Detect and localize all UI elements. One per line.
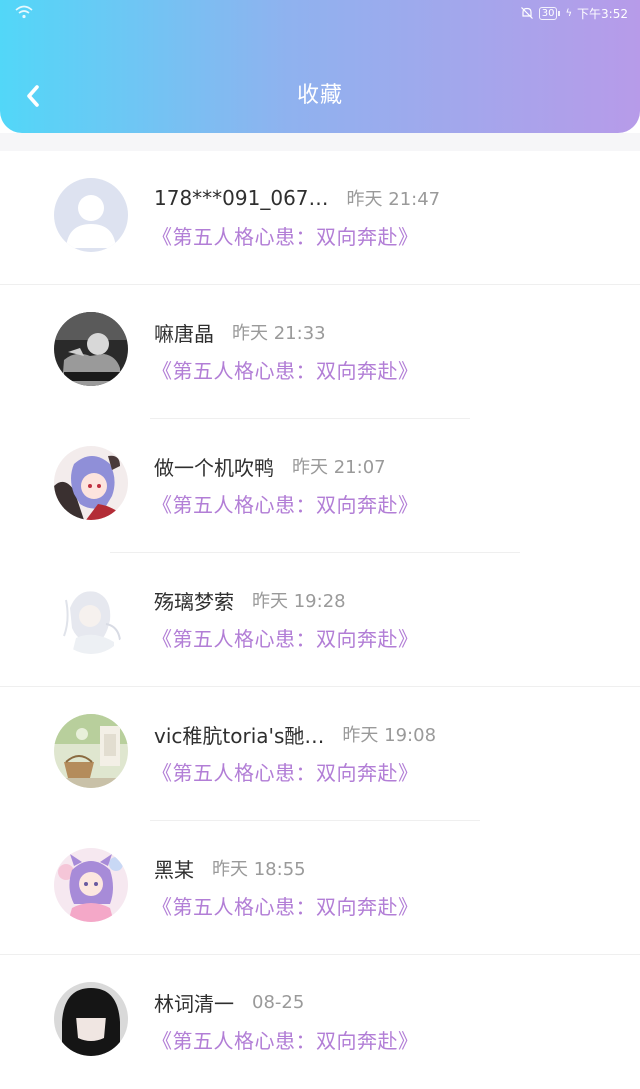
timestamp: 昨天 19:28 xyxy=(252,591,346,612)
timestamp: 08-25 xyxy=(252,991,305,1013)
battery-level: 30 xyxy=(538,6,558,20)
battery-icon: 30 xyxy=(538,6,561,20)
list-item[interactable]: 做一个机吹鸭 昨天 21:07 《第五人格心患：双向奔赴》 xyxy=(0,419,640,553)
list-item[interactable]: vic稚肮toria's酏… 昨天 19:08 《第五人格心患：双向奔赴》 xyxy=(0,687,640,821)
avatar[interactable] xyxy=(54,848,128,922)
avatar[interactable] xyxy=(54,714,128,788)
user-name[interactable]: vic稚肮toria's酏… xyxy=(154,720,324,749)
user-name[interactable]: 殇璃梦萦 xyxy=(154,586,234,615)
app-header: 30 ϟ 下午3:52 收藏 xyxy=(0,0,640,133)
anime-character-avatar xyxy=(54,446,128,520)
list-item[interactable]: 178***091_067… 昨天 21:47 《第五人格心患：双向奔赴》 xyxy=(0,151,640,285)
collection-title[interactable]: 《第五人格心患：双向奔赴》 xyxy=(152,221,419,250)
collection-title[interactable]: 《第五人格心患：双向奔赴》 xyxy=(152,1025,419,1054)
timestamp: 昨天 21:33 xyxy=(232,323,326,344)
avatar[interactable] xyxy=(54,446,128,520)
user-name[interactable]: 林词清一 xyxy=(154,988,234,1017)
status-bar: 30 ϟ 下午3:52 xyxy=(0,0,640,26)
favorites-list: 178***091_067… 昨天 21:47 《第五人格心患：双向奔赴》 嘛唐… xyxy=(0,151,640,1089)
timestamp: 昨天 19:08 xyxy=(342,725,437,746)
user-name[interactable]: 178***091_067… xyxy=(154,186,329,210)
default-user-avatar-icon xyxy=(54,178,128,252)
wifi-icon xyxy=(15,5,33,19)
list-item[interactable]: 黑某 昨天 18:55 《第五人格心患：双向奔赴》 xyxy=(0,821,640,955)
user-name[interactable]: 嘛唐晶 xyxy=(154,318,214,347)
collection-title[interactable]: 《第五人格心患：双向奔赴》 xyxy=(152,891,419,920)
name-line: 嘛唐晶 昨天 21:33 xyxy=(154,315,326,349)
user-name[interactable]: 做一个机吹鸭 xyxy=(154,452,274,481)
user-photo-avatar xyxy=(54,312,128,386)
avatar[interactable] xyxy=(54,312,128,386)
page-title: 收藏 xyxy=(296,83,343,108)
status-indicators: 30 ϟ 下午3:52 xyxy=(520,4,628,22)
list-item[interactable]: 林词清一 08-25 《第五人格心患：双向奔赴》 xyxy=(0,955,640,1089)
timestamp: 昨天 21:07 xyxy=(292,457,386,478)
header-spacer xyxy=(0,133,640,151)
collection-title[interactable]: 《第五人格心患：双向奔赴》 xyxy=(152,489,419,518)
name-line: 178***091_067… 昨天 21:47 xyxy=(154,181,440,215)
name-line: 做一个机吹鸭 昨天 21:07 xyxy=(154,449,386,483)
status-time: 下午3:52 xyxy=(577,6,628,21)
timestamp: 昨天 21:47 xyxy=(346,189,441,210)
list-item[interactable]: 嘛唐晶 昨天 21:33 《第五人格心患：双向奔赴》 xyxy=(0,285,640,419)
name-line: 林词清一 08-25 xyxy=(154,985,304,1019)
timestamp: 昨天 18:55 xyxy=(212,859,306,880)
name-line: vic稚肮toria's酏… 昨天 19:08 xyxy=(154,717,436,751)
mute-bell-icon xyxy=(520,7,533,19)
charging-icon: ϟ xyxy=(565,7,573,19)
collection-title[interactable]: 《第五人格心患：双向奔赴》 xyxy=(152,623,419,652)
name-line: 黑某 昨天 18:55 xyxy=(154,851,306,885)
collection-title[interactable]: 《第五人格心患：双向奔赴》 xyxy=(152,355,419,384)
name-line: 殇璃梦萦 昨天 19:28 xyxy=(154,583,346,617)
user-photo-avatar xyxy=(54,714,128,788)
collection-title[interactable]: 《第五人格心患：双向奔赴》 xyxy=(152,757,419,786)
user-name[interactable]: 黑某 xyxy=(154,854,194,883)
anime-character-avatar xyxy=(54,580,128,654)
list-item[interactable]: 殇璃梦萦 昨天 19:28 《第五人格心患：双向奔赴》 xyxy=(0,553,640,687)
avatar[interactable] xyxy=(54,178,128,252)
anime-character-avatar xyxy=(54,982,128,1056)
anime-character-avatar xyxy=(54,848,128,922)
avatar[interactable] xyxy=(54,580,128,654)
avatar[interactable] xyxy=(54,982,128,1056)
